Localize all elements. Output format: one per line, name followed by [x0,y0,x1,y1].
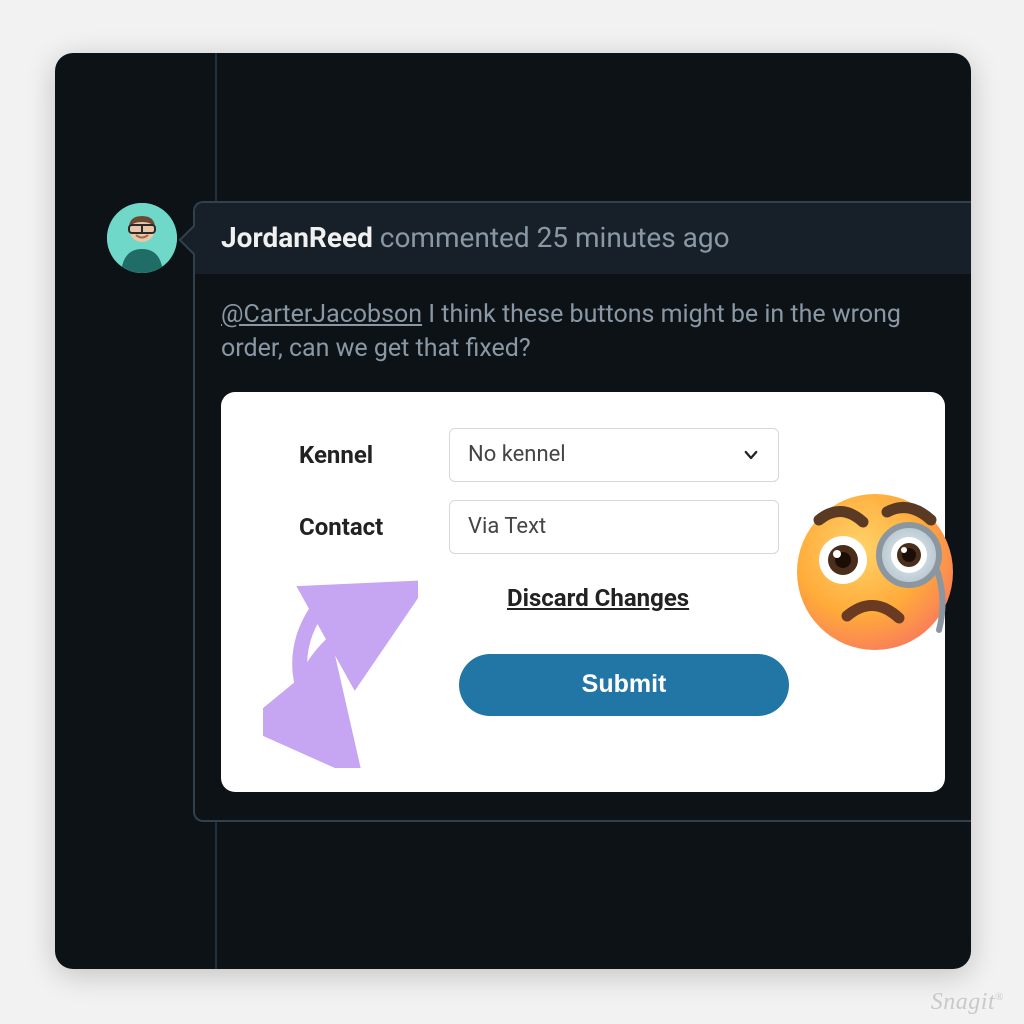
form-row-contact: Contact Via Text [269,500,897,554]
form-actions: Discard Changes Submit [269,584,897,716]
comment-bubble: JordanReed commented 25 minutes ago @Car… [193,201,971,822]
contact-label: Contact [269,513,449,541]
screenshot-canvas: JordanReed commented 25 minutes ago @Car… [55,53,971,969]
discard-changes-link[interactable]: Discard Changes [507,584,689,612]
kennel-label: Kennel [269,441,449,469]
chevron-down-icon [742,446,760,464]
user-mention[interactable]: @CarterJacobson [221,300,422,329]
comment-username[interactable]: JordanReed [221,221,373,254]
kennel-select[interactable]: No kennel [449,428,779,482]
avatar[interactable] [107,203,177,273]
avatar-image [107,203,177,273]
submit-button[interactable]: Submit [459,654,789,716]
kennel-select-value: No kennel [468,442,566,467]
contact-input[interactable]: Via Text [449,500,779,554]
form-row-kennel: Kennel No kennel [269,428,897,482]
contact-input-value: Via Text [468,514,546,539]
comment-body: @CarterJacobson I think these buttons mi… [195,274,971,820]
watermark: Snagit® [931,989,1004,1016]
comment-text: @CarterJacobson I think these buttons mi… [221,298,945,366]
comment-action-text: commented 25 minutes ago [380,221,730,254]
comment-header: JordanReed commented 25 minutes ago [195,203,971,274]
form-attachment: Kennel No kennel Contact [221,392,945,792]
